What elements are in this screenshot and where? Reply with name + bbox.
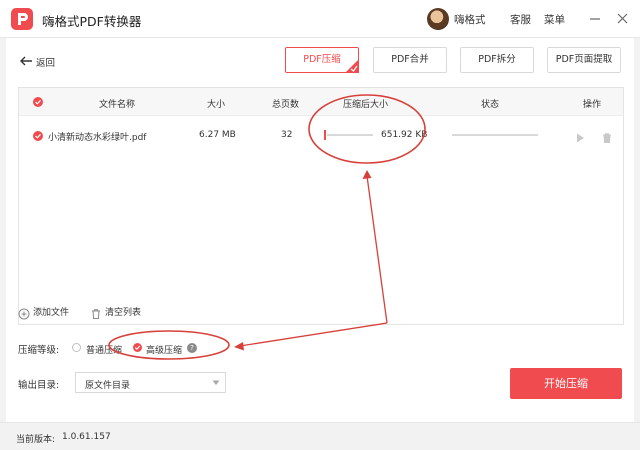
tab-label: PDF合并 [391, 54, 429, 65]
compressed-track [327, 134, 373, 136]
start-compress-button[interactable]: 开始压缩 [510, 368, 622, 399]
back-label[interactable]: 返回 [36, 55, 55, 69]
play-icon[interactable] [574, 129, 586, 143]
radio-normal-compress[interactable] [72, 343, 81, 352]
status-bar: 当前版本: 1.0.61.157 [0, 422, 640, 450]
file-size: 6.27 MB [199, 130, 236, 140]
file-name: 小清新动态水彩绿叶.pdf [48, 133, 147, 143]
trash-outline-icon [92, 309, 100, 319]
tab-label: PDF压缩 [303, 54, 341, 65]
version-label: 当前版本: [16, 435, 56, 445]
tab-pdf-split[interactable]: PDF拆分 [460, 47, 534, 73]
close-icon[interactable] [614, 10, 632, 28]
version-number: 1.0.61.157 [62, 432, 111, 442]
col-status: 状态 [481, 100, 500, 110]
menu-link[interactable]: 菜单 [544, 12, 565, 27]
add-file-label: 添加文件 [33, 308, 70, 318]
title-bar: 嗨格式PDF转换器 嗨格式 客服 菜单 [0, 0, 640, 38]
plus-circle-icon [18, 308, 30, 320]
row-checkbox[interactable] [33, 131, 43, 141]
back-button[interactable] [18, 53, 34, 69]
check-icon [35, 99, 41, 105]
user-name[interactable]: 嗨格式 [454, 12, 486, 27]
tab-pdf-compress[interactable]: PDF压缩 [285, 47, 359, 73]
col-size: 大小 [207, 100, 226, 110]
radio-normal-label[interactable]: 普通压缩 [86, 343, 122, 356]
status-progress [452, 134, 538, 136]
tab-pdf-extract[interactable]: PDF页面提取 [547, 47, 621, 73]
compressed-marker [324, 130, 326, 140]
check-icon [134, 345, 141, 350]
compressed-size: 651.92 KB [381, 130, 428, 140]
radio-advanced-compress[interactable] [133, 343, 142, 352]
trash-icon[interactable] [601, 129, 613, 143]
output-dir-select[interactable]: 原文件目录 [75, 372, 226, 393]
table-header: 文件名称 大小 总页数 压缩后大小 状态 操作 [19, 88, 623, 116]
selected-check-icon [345, 59, 359, 73]
output-dir-label: 输出目录: [18, 380, 60, 391]
add-file-button[interactable]: 添加文件 [18, 305, 69, 320]
chevron-down-icon [212, 380, 220, 385]
main-panel: 返回 PDF压缩 PDF合并 PDF拆分 PDF页面提取 文件名称 大小 总页数… [6, 38, 634, 422]
tab-label: PDF拆分 [478, 54, 516, 65]
output-dir-value: 原文件目录 [85, 381, 131, 391]
app-title: 嗨格式PDF转换器 [42, 14, 142, 29]
col-compressed-size: 压缩后大小 [343, 100, 389, 110]
help-icon[interactable]: ? [187, 343, 197, 353]
col-pages: 总页数 [272, 100, 300, 110]
col-actions: 操作 [583, 100, 602, 110]
tab-label: PDF页面提取 [555, 54, 613, 65]
avatar[interactable] [427, 8, 449, 30]
minimize-icon[interactable] [586, 10, 604, 28]
compression-level-label: 压缩等级: [18, 345, 60, 356]
file-pages: 32 [281, 130, 293, 140]
file-table: 文件名称 大小 总页数 压缩后大小 状态 操作 小清新动态水彩绿叶.pdf 6.… [18, 87, 624, 325]
table-row[interactable]: 小清新动态水彩绿叶.pdf 6.27 MB 32 651.92 KB [19, 116, 623, 156]
select-all-checkbox[interactable] [33, 97, 43, 107]
app-logo-icon [11, 8, 33, 30]
radio-advanced-label[interactable]: 高级压缩 [146, 343, 182, 356]
col-name: 文件名称 [99, 100, 136, 110]
service-link[interactable]: 客服 [510, 12, 531, 27]
clear-list-button[interactable]: 清空列表 [90, 305, 141, 319]
check-icon [35, 133, 41, 139]
back-arrow-icon [20, 56, 32, 66]
tab-pdf-merge[interactable]: PDF合并 [373, 47, 447, 73]
clear-list-label: 清空列表 [105, 308, 142, 318]
